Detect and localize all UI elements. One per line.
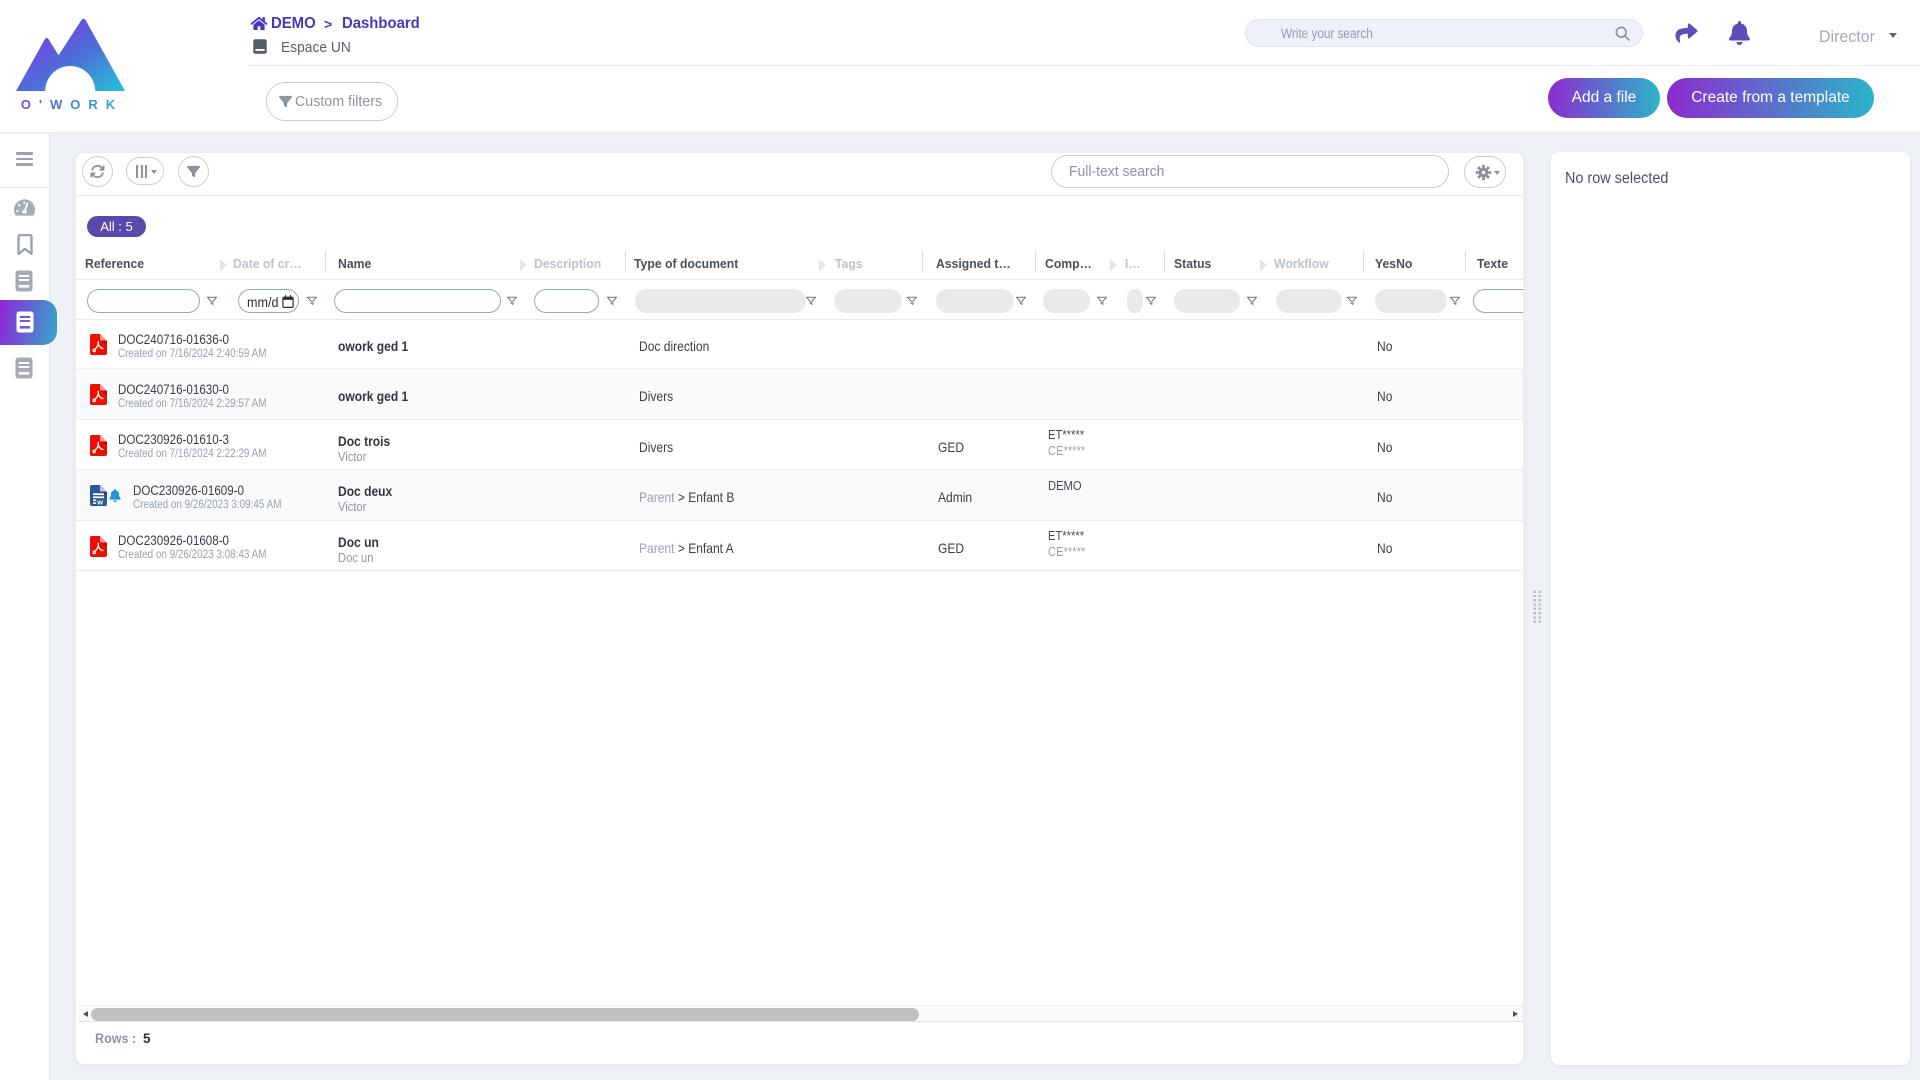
svg-text:w: w bbox=[96, 498, 103, 507]
